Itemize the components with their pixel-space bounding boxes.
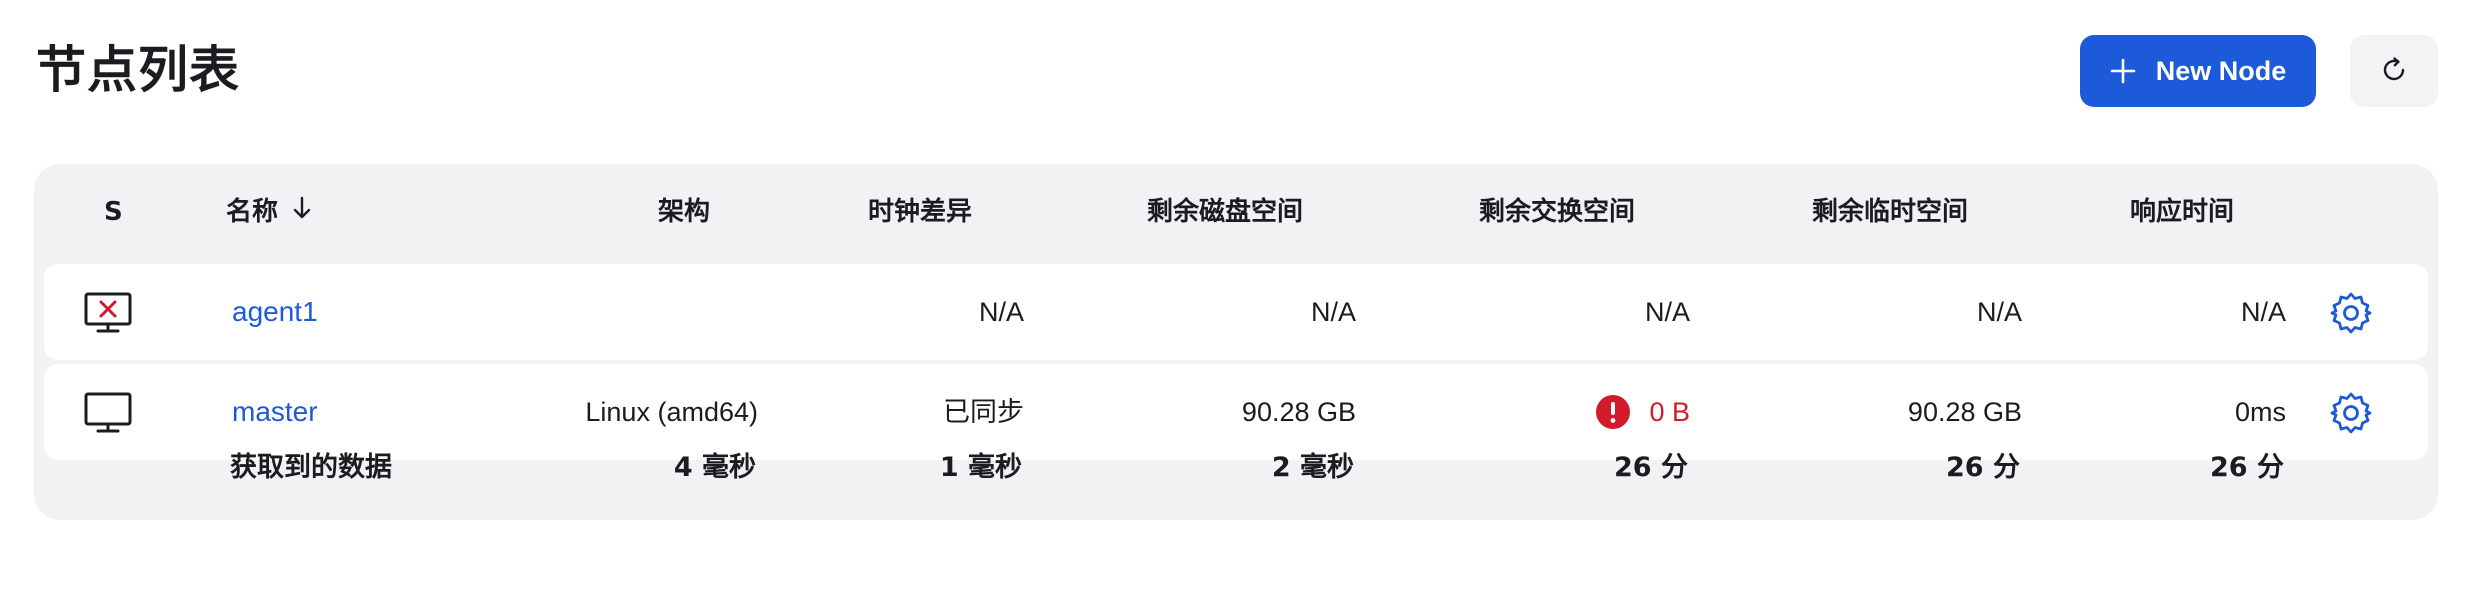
response-cell: N/A [2240,297,2286,327]
fetch-swap: 26 分 [1614,452,1688,483]
new-node-label: New Node [2155,55,2287,86]
column-header-name[interactable]: 名称 [226,192,312,232]
fetch-temp: 26 分 [1946,452,2020,483]
column-header-name-label: 名称 [226,197,279,227]
column-header-disk[interactable]: 剩余磁盘空间 [1147,192,1303,232]
page-title: 节点列表 [36,41,240,99]
computer-icon [84,392,132,434]
gear-icon[interactable] [2328,290,2374,336]
gear-icon[interactable] [2328,390,2374,436]
arch-cell [534,264,758,360]
table-row: agent1 N/A N/A N/A N/A N/A [44,264,2428,360]
fetch-arch: 4 毫秒 [673,452,756,483]
nodes-table: S 名称 架构 时钟差异 剩余磁盘空间 剩余交换空间 剩余临时空间 响应时间 a… [34,164,2438,520]
column-header-temp[interactable]: 剩余临时空间 [1812,192,1968,232]
new-node-button[interactable]: New Node [2080,35,2316,107]
column-header-clock[interactable]: 时钟差异 [868,192,972,232]
column-header-swap[interactable]: 剩余交换空间 [1479,192,1635,232]
column-header-arch[interactable]: 架构 [658,192,710,232]
computer-offline-icon [84,292,132,334]
fetch-response: 26 分 [2210,452,2284,483]
column-header-status[interactable]: S [104,192,123,232]
fetch-disk: 2 毫秒 [1271,452,1354,483]
refresh-icon [2379,55,2409,88]
node-link-agent1[interactable]: agent1 [232,264,318,360]
clock-cell: N/A [978,297,1024,327]
disk-cell: N/A [1310,297,1356,327]
fetch-label: 获取到的数据 [230,452,392,483]
swap-cell: N/A [1644,297,1690,327]
fetch-clock: 1 毫秒 [939,452,1022,483]
plus-icon [2110,58,2136,84]
warning-icon [1595,394,1631,430]
column-header-response[interactable]: 响应时间 [2130,192,2234,232]
refresh-button[interactable] [2350,35,2438,107]
temp-cell: N/A [1976,297,2022,327]
sort-down-icon [292,192,312,232]
